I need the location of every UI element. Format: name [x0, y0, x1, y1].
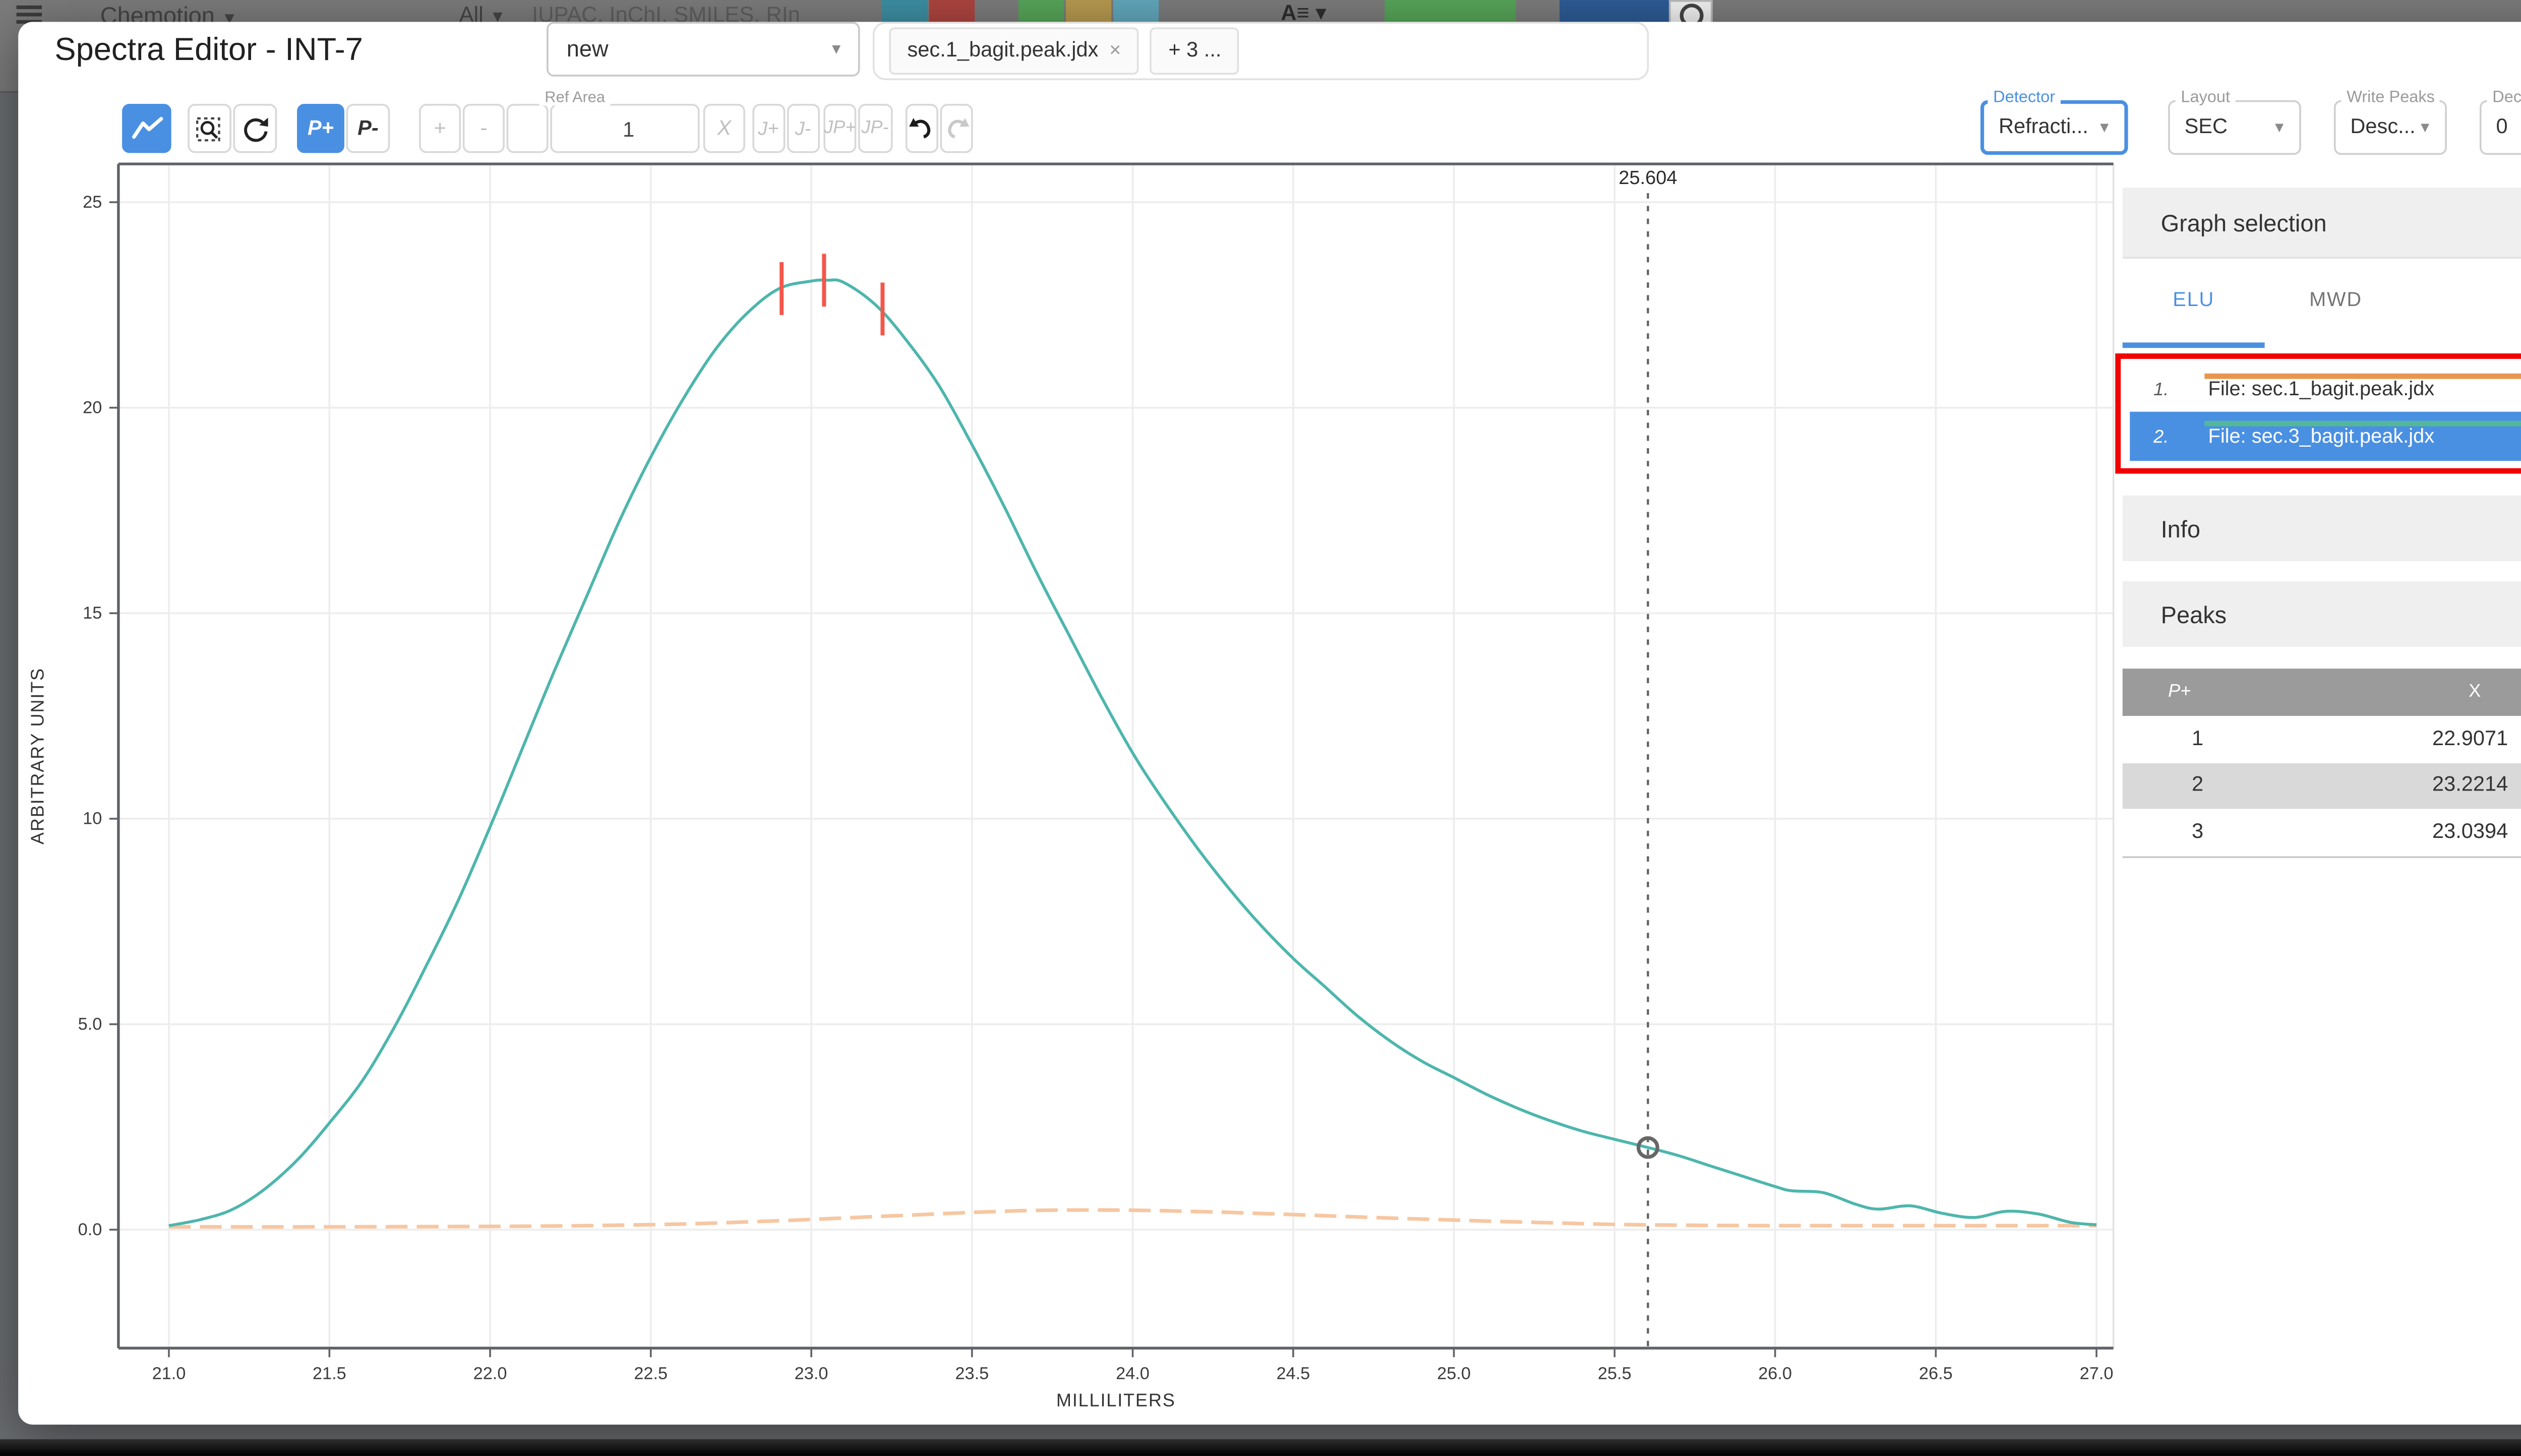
- y-tick-label: 25: [83, 193, 102, 212]
- line-mode-button[interactable]: [122, 103, 171, 153]
- page-title: Spectra Editor - INT-7: [54, 31, 363, 68]
- file-chip-label: sec.1_bagit.peak.jdx: [907, 40, 1099, 62]
- peak-add-button[interactable]: P+: [297, 103, 344, 153]
- chevron-down-icon: ▼: [2097, 119, 2112, 136]
- file-chip[interactable]: sec.1_bagit.peak.jdx ×: [889, 27, 1139, 75]
- x-tick-label: 27.0: [2080, 1364, 2114, 1383]
- x-tick-label: 26.5: [1919, 1364, 1953, 1383]
- peak-number: 2: [2192, 774, 2204, 797]
- graph-selection-header[interactable]: Graph selection: [2122, 188, 2521, 259]
- more-files-label: + 3 ...: [1168, 40, 1222, 62]
- more-files-chip[interactable]: + 3 ...: [1150, 27, 1240, 75]
- j-plus-button[interactable]: J+: [752, 103, 785, 153]
- graph-selection-title: Graph selection: [2160, 208, 2327, 236]
- write-peaks-label: Write Peaks: [2341, 87, 2440, 106]
- zigzag-line-icon: [131, 116, 162, 138]
- x-tick-label: 22.5: [634, 1364, 668, 1383]
- chevron-down-icon: ▼: [2418, 119, 2433, 136]
- peak-row-2[interactable]: 2 23.2214 2.24e+1 ✕: [2122, 762, 2521, 809]
- remove-chip-icon[interactable]: ×: [1109, 40, 1121, 62]
- chevron-down-icon: ▼: [829, 41, 844, 57]
- peaks-table-header: P+ X Y -: [2122, 669, 2521, 716]
- active-tab-indicator: [2122, 342, 2265, 348]
- peaks-section-header[interactable]: Peaks: [2122, 581, 2521, 647]
- ref-area-input[interactable]: [552, 105, 705, 155]
- peak-x-value: 23.0394: [2432, 821, 2508, 843]
- j-minus-button[interactable]: J-: [787, 103, 819, 153]
- spectrum-version-value: new: [566, 36, 609, 62]
- x-tick-label: 25.0: [1437, 1364, 1471, 1383]
- ref-area-label: Ref Area: [539, 87, 611, 106]
- x-tick-label: 23.5: [955, 1364, 989, 1383]
- file-chips-field[interactable]: sec.1_bagit.peak.jdx × + 3 ...: [872, 22, 1649, 80]
- zoom-area-icon: [196, 116, 220, 141]
- peak-x-value: 23.2214: [2432, 774, 2508, 797]
- write-peaks-select[interactable]: Desc... ▼: [2333, 100, 2447, 155]
- x-tick-label: 21.5: [313, 1364, 346, 1383]
- y-tick-label: 20: [83, 398, 102, 417]
- detector-select[interactable]: Refracti... ▼: [1980, 100, 2128, 155]
- y-tick-label: 10: [83, 809, 102, 828]
- taskbar-strip: [0, 1439, 2521, 1456]
- zoom-select-button[interactable]: [188, 103, 231, 153]
- multiply-button[interactable]: X: [703, 103, 745, 153]
- decimal-value: 0: [2496, 116, 2508, 139]
- y-tick-label: 0.0: [78, 1220, 102, 1239]
- chevron-down-icon: ▼: [2272, 119, 2287, 136]
- info-section-header[interactable]: Info: [2122, 495, 2521, 561]
- x-tick-label: 25.5: [1598, 1364, 1632, 1383]
- y-tick-label: 5.0: [78, 1014, 102, 1034]
- detector-value: Refracti...: [1999, 116, 2088, 139]
- x-tick-label: 24.5: [1276, 1364, 1310, 1383]
- ref-area-field: [550, 103, 705, 155]
- reset-zoom-icon: [244, 116, 268, 141]
- info-title: Info: [2160, 514, 2200, 542]
- decimal-label: Decimal: [2487, 87, 2521, 106]
- tab-elu[interactable]: ELU: [2123, 257, 2265, 343]
- minus-button[interactable]: -: [462, 103, 505, 153]
- x-tick-label: 21.0: [152, 1364, 186, 1383]
- blank-button[interactable]: [506, 103, 549, 153]
- undo-icon: [909, 118, 931, 139]
- x-tick-label: 22.0: [473, 1364, 507, 1383]
- redo-button[interactable]: [940, 103, 973, 153]
- spectra-editor-modal: Spectra Editor - INT-7 new ▼ sec.1_bagit…: [18, 22, 2521, 1425]
- col-p: P+: [2168, 682, 2191, 703]
- jp-plus-button[interactable]: JP+: [823, 103, 857, 153]
- spectra-chart[interactable]: 21.0 21.5 22.0 22.5 23.0 23.5 24.0 24.5 25.0 25.5…: [18, 149, 2141, 1424]
- x-axis-title: MILLILITERS: [1056, 1390, 1176, 1411]
- peaks-title: Peaks: [2160, 600, 2227, 628]
- undo-button[interactable]: [905, 103, 938, 153]
- cursor-label: 25.604: [1618, 167, 1677, 189]
- x-tick-label: 23.0: [795, 1364, 828, 1383]
- x-tick-label: 24.0: [1116, 1364, 1150, 1383]
- peak-row-3[interactable]: 3 23.0394 2.31e+1 ✕: [2122, 809, 2521, 858]
- decimal-select[interactable]: 0▼: [2479, 100, 2521, 155]
- y-axis-title: ARBITRARY UNITS: [27, 668, 48, 844]
- plus-button[interactable]: +: [419, 103, 461, 153]
- screen: Chemotion ▼ All ▼ IUPAC, InChI, SMILES, …: [0, 0, 2521, 1456]
- layout-select[interactable]: SEC ▼: [2168, 100, 2301, 155]
- annotation-highlight-box: [2115, 353, 2521, 474]
- layout-value: SEC: [2184, 116, 2228, 139]
- write-peaks-value: Desc...: [2350, 116, 2416, 139]
- y-tick-label: 15: [83, 603, 102, 623]
- redo-icon: [948, 118, 970, 139]
- col-x: X: [2469, 682, 2481, 703]
- layout-label: Layout: [2175, 87, 2236, 106]
- jp-minus-button[interactable]: JP-: [858, 103, 892, 153]
- peak-x-value: 22.9071: [2432, 728, 2508, 750]
- peak-number: 3: [2192, 821, 2204, 843]
- detector-label: Detector: [1988, 87, 2061, 106]
- zoom-reset-button[interactable]: [233, 103, 277, 153]
- tab-mwd[interactable]: MWD: [2265, 257, 2407, 343]
- peak-row-1[interactable]: 1 22.9071 2.29e+1 ✕: [2122, 716, 2521, 763]
- peak-number: 1: [2192, 728, 2204, 750]
- spectrum-version-select[interactable]: new ▼: [547, 22, 860, 77]
- x-tick-label: 26.0: [1758, 1364, 1792, 1383]
- peak-remove-button[interactable]: P-: [346, 103, 390, 153]
